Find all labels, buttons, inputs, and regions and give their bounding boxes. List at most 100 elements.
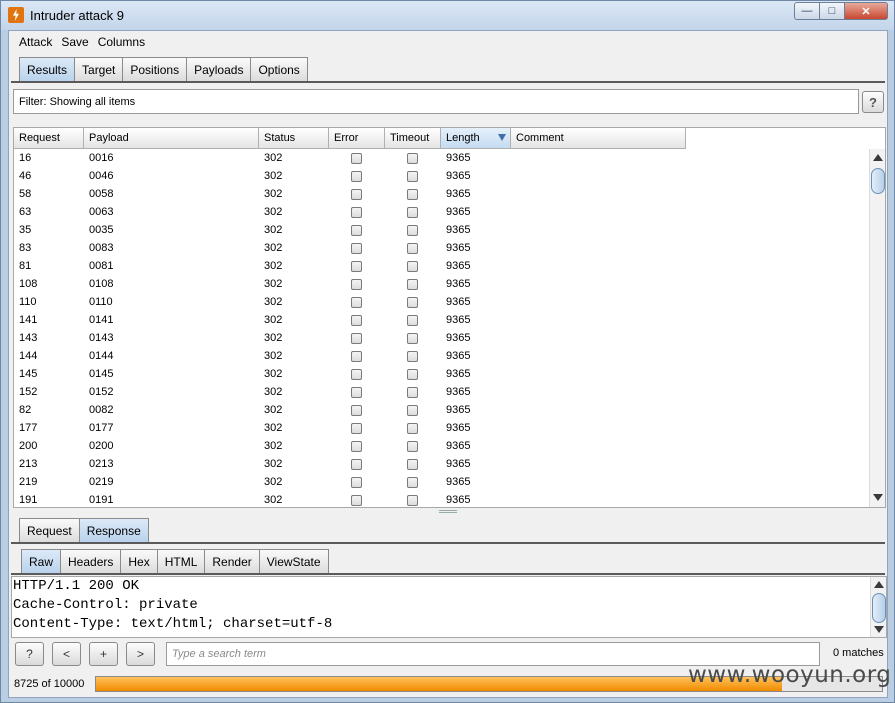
table-row[interactable]: 46 0046 302 9365 bbox=[14, 167, 686, 185]
col-length[interactable]: Length bbox=[441, 128, 511, 149]
table-row[interactable]: 83 0083 302 9365 bbox=[14, 239, 686, 257]
cell-request: 177 bbox=[19, 422, 38, 434]
table-row[interactable]: 143 0143 302 9365 bbox=[14, 329, 686, 347]
cell-error bbox=[329, 203, 385, 221]
table-row[interactable]: 213 0213 302 9365 bbox=[14, 455, 686, 473]
cell-timeout bbox=[385, 383, 441, 401]
table-row[interactable]: 177 0177 302 9365 bbox=[14, 419, 686, 437]
close-icon[interactable]: ✕ bbox=[845, 2, 888, 20]
cell-comment bbox=[511, 473, 686, 491]
title-bar[interactable]: Intruder attack 9 — □ ✕ bbox=[1, 1, 894, 30]
cell-payload: 0083 bbox=[89, 242, 114, 254]
window-controls: — □ ✕ bbox=[794, 2, 888, 20]
menu-attack[interactable]: Attack bbox=[19, 35, 52, 49]
cell-length: 9365 bbox=[446, 350, 471, 362]
cell-error bbox=[329, 329, 385, 347]
tab-headers[interactable]: Headers bbox=[60, 549, 122, 573]
table-row[interactable]: 63 0063 302 9365 bbox=[14, 203, 686, 221]
editor-scroll-up-icon[interactable] bbox=[874, 581, 884, 588]
table-row[interactable]: 191 0191 302 9365 bbox=[14, 491, 686, 507]
table-row[interactable]: 219 0219 302 9365 bbox=[14, 473, 686, 491]
tab-response[interactable]: Response bbox=[78, 518, 149, 542]
table-row[interactable]: 152 0152 302 9365 bbox=[14, 383, 686, 401]
minimize-icon[interactable]: — bbox=[794, 2, 820, 20]
cell-status: 302 bbox=[264, 314, 283, 326]
cell-length: 9365 bbox=[446, 494, 471, 506]
menu-columns[interactable]: Columns bbox=[98, 35, 145, 49]
col-status[interactable]: Status bbox=[259, 128, 329, 149]
editor-scroll-down-icon[interactable] bbox=[874, 626, 884, 633]
cell-error bbox=[329, 455, 385, 473]
filter-bar[interactable]: Filter: Showing all items bbox=[13, 89, 859, 114]
tab-results[interactable]: Results bbox=[19, 57, 76, 81]
table-row[interactable]: 35 0035 302 9365 bbox=[14, 221, 686, 239]
message-tabs: Request Response bbox=[19, 518, 149, 542]
table-row[interactable]: 141 0141 302 9365 bbox=[14, 311, 686, 329]
cell-error bbox=[329, 185, 385, 203]
cell-payload: 0141 bbox=[89, 314, 114, 326]
editor-scroll-thumb[interactable] bbox=[872, 593, 886, 623]
table-row[interactable]: 58 0058 302 9365 bbox=[14, 185, 686, 203]
col-request[interactable]: Request bbox=[14, 128, 84, 149]
scroll-thumb[interactable] bbox=[871, 168, 885, 194]
timeout-checkbox bbox=[407, 224, 418, 236]
cell-length: 9365 bbox=[446, 242, 471, 254]
col-error[interactable]: Error bbox=[329, 128, 385, 149]
cell-payload: 0063 bbox=[89, 206, 114, 218]
cell-comment bbox=[511, 311, 686, 329]
cell-payload: 0191 bbox=[89, 494, 114, 506]
table-row[interactable]: 82 0082 302 9365 bbox=[14, 401, 686, 419]
filter-help-button[interactable]: ? bbox=[862, 91, 884, 113]
tab-hex[interactable]: Hex bbox=[120, 549, 158, 573]
editor-scrollbar[interactable] bbox=[870, 577, 886, 637]
table-row[interactable]: 16 0016 302 9365 bbox=[14, 149, 686, 167]
col-timeout[interactable]: Timeout bbox=[385, 128, 441, 149]
search-prev-button[interactable]: < bbox=[52, 642, 81, 666]
split-pane-divider[interactable] bbox=[439, 510, 457, 513]
cell-status: 302 bbox=[264, 242, 283, 254]
table-row[interactable]: 81 0081 302 9365 bbox=[14, 257, 686, 275]
tab-target[interactable]: Target bbox=[74, 57, 124, 81]
table-row[interactable]: 110 0110 302 9365 bbox=[14, 293, 686, 311]
timeout-checkbox bbox=[407, 476, 418, 488]
cell-timeout bbox=[385, 293, 441, 311]
timeout-checkbox bbox=[407, 278, 418, 290]
cell-comment bbox=[511, 419, 686, 437]
tab-viewstate[interactable]: ViewState bbox=[258, 549, 329, 573]
tab-html[interactable]: HTML bbox=[156, 549, 206, 573]
cell-request: 16 bbox=[19, 152, 32, 164]
search-help-button[interactable]: ? bbox=[15, 642, 44, 666]
cell-request: 110 bbox=[19, 296, 37, 308]
cell-payload: 0035 bbox=[89, 224, 114, 236]
response-editor[interactable]: HTTP/1.1 200 OK Cache-Control: private C… bbox=[11, 576, 887, 638]
search-next-button[interactable]: > bbox=[126, 642, 155, 666]
scroll-up-icon[interactable] bbox=[873, 154, 883, 161]
cell-status: 302 bbox=[264, 422, 283, 434]
scroll-down-icon[interactable] bbox=[873, 494, 883, 501]
cell-payload: 0219 bbox=[89, 476, 114, 488]
tab-render[interactable]: Render bbox=[204, 549, 260, 573]
col-payload[interactable]: Payload bbox=[84, 128, 259, 149]
timeout-checkbox bbox=[407, 188, 418, 200]
table-row[interactable]: 144 0144 302 9365 bbox=[14, 347, 686, 365]
tab-options[interactable]: Options bbox=[250, 57, 308, 81]
search-add-button[interactable]: + bbox=[89, 642, 118, 666]
cell-status: 302 bbox=[264, 458, 283, 470]
maximize-icon[interactable]: □ bbox=[820, 2, 845, 20]
timeout-checkbox bbox=[407, 152, 418, 164]
table-row[interactable]: 145 0145 302 9365 bbox=[14, 365, 686, 383]
table-row[interactable]: 108 0108 302 9365 bbox=[14, 275, 686, 293]
tab-positions[interactable]: Positions bbox=[122, 57, 188, 81]
col-comment[interactable]: Comment bbox=[511, 128, 686, 149]
cell-length: 9365 bbox=[446, 278, 471, 290]
tab-payloads[interactable]: Payloads bbox=[186, 57, 252, 81]
table-scrollbar[interactable] bbox=[869, 149, 885, 507]
cell-timeout bbox=[385, 365, 441, 383]
watermark: www.wooyun.org bbox=[688, 662, 892, 688]
cell-status: 302 bbox=[264, 476, 283, 488]
table-row[interactable]: 200 0200 302 9365 bbox=[14, 437, 686, 455]
cell-status: 302 bbox=[264, 170, 283, 182]
tab-raw[interactable]: Raw bbox=[21, 549, 62, 573]
tab-request[interactable]: Request bbox=[19, 518, 80, 542]
menu-save[interactable]: Save bbox=[61, 35, 88, 49]
